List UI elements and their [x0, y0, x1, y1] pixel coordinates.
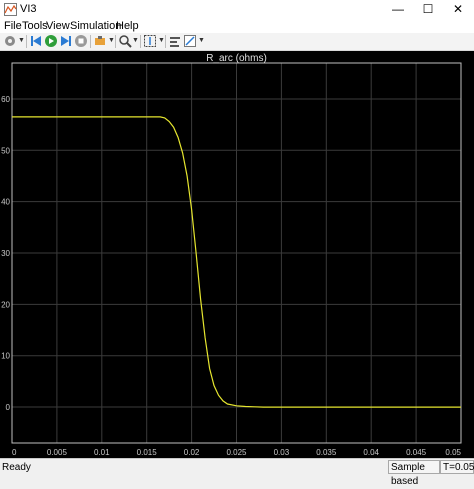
window-title: VI3: [20, 3, 37, 15]
run-icon[interactable]: [44, 34, 58, 48]
style-dropdown-icon[interactable]: ▼: [198, 37, 205, 44]
close-button[interactable]: ✕: [443, 0, 473, 19]
x-tick-label: 0.035: [316, 448, 337, 457]
y-tick-label: 30: [1, 249, 10, 258]
cursor-measure-icon[interactable]: [168, 34, 182, 48]
settings-icon[interactable]: [3, 34, 17, 48]
maximize-button[interactable]: ☐: [413, 0, 443, 19]
menu-tools[interactable]: Tools: [22, 20, 48, 32]
status-bar: Ready Sample based T=0.050: [0, 458, 474, 487]
simulation-time-indicator: T=0.050: [440, 460, 474, 474]
y-tick-label: 0: [6, 403, 11, 412]
toolbar-separator: [115, 35, 116, 48]
app-icon: [4, 3, 17, 16]
x-tick-label: 0.03: [274, 448, 290, 457]
chart: R_arc (ohms) 0 0.005 0.01 0.015 0.02 0.025 0.0…: [1, 53, 461, 457]
chart-title: R_arc (ohms): [206, 53, 267, 64]
x-tick-label: 0.02: [184, 448, 200, 457]
scope-display: R_arc (ohms) 0 0.005 0.01 0.015 0.02 0.025 0.0…: [0, 51, 474, 458]
toolbar-separator: [26, 35, 27, 48]
fit-dropdown-icon[interactable]: ▼: [158, 37, 165, 44]
x-tick-label: 0.025: [226, 448, 247, 457]
minimize-button[interactable]: —: [383, 0, 413, 19]
y-tick-label: 10: [1, 352, 10, 361]
fit-icon[interactable]: [143, 34, 157, 48]
title-bar: VI3 — ☐ ✕: [0, 0, 474, 19]
x-tick-label: 0: [12, 448, 17, 457]
sample-mode-indicator: Sample based: [388, 460, 440, 487]
y-tick-label: 40: [1, 198, 10, 207]
stop-icon[interactable]: [74, 34, 88, 48]
menu-help[interactable]: Help: [116, 20, 139, 32]
y-tick-label: 50: [1, 146, 10, 155]
step-back-icon[interactable]: [29, 34, 43, 48]
menu-bar: File Tools View Simulation Help: [0, 19, 474, 33]
x-tick-label: 0.015: [137, 448, 158, 457]
y-tick-label: 60: [1, 95, 10, 104]
zoom-icon[interactable]: [118, 34, 132, 48]
menu-view[interactable]: View: [46, 20, 70, 32]
menu-file[interactable]: File: [4, 20, 22, 32]
x-tick-label: 0.045: [406, 448, 427, 457]
x-tick-label: 0.01: [94, 448, 110, 457]
highlight-dropdown-icon[interactable]: ▼: [108, 37, 115, 44]
highlight-icon[interactable]: [93, 34, 107, 48]
status-text: Ready: [2, 462, 31, 473]
toolbar-separator: [165, 35, 166, 48]
settings-dropdown-icon[interactable]: ▼: [18, 37, 25, 44]
x-tick-label: 0.04: [363, 448, 379, 457]
toolbar: ▼ ▼ ▼ ▼ ▼: [0, 33, 474, 51]
menu-simulation[interactable]: Simulation: [70, 20, 121, 32]
y-tick-label: 20: [1, 300, 10, 309]
toolbar-separator: [90, 35, 91, 48]
step-forward-icon[interactable]: [59, 34, 73, 48]
toolbar-separator: [140, 35, 141, 48]
style-icon[interactable]: [183, 34, 197, 48]
x-tick-label: 0.05: [445, 448, 461, 457]
zoom-dropdown-icon[interactable]: ▼: [132, 37, 139, 44]
x-tick-label: 0.005: [47, 448, 68, 457]
